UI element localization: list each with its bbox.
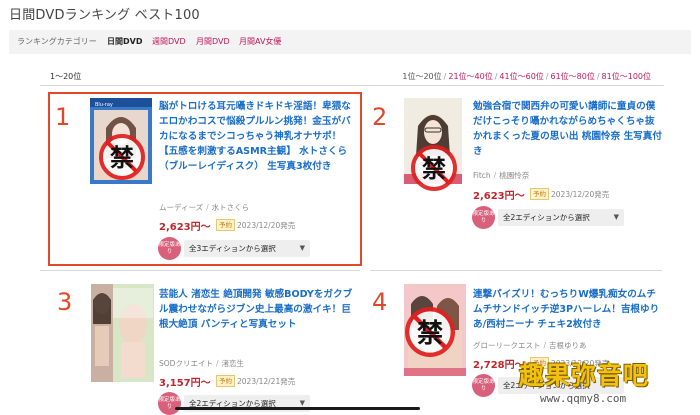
page-title: 日間DVDランキング ベスト100 <box>9 8 200 23</box>
horizontal-scrollbar[interactable] <box>175 407 420 410</box>
rank-number: 2 <box>372 103 388 131</box>
product-meta: グローリークエスト / 吉根ゆりあ <box>473 341 587 350</box>
divider <box>40 85 664 86</box>
limited-edition-badge: 限定版あり <box>472 206 495 229</box>
chevron-down-icon: ▼ <box>299 244 305 252</box>
actress-link[interactable]: 水トさくら <box>212 203 250 212</box>
pager-link-1-20[interactable]: 1位～20位 <box>402 72 441 81</box>
product-title-link[interactable]: 芸能人 渚恋生 絶頂開発 敏感BODYをガクブル震わせながらジブン史上最高の激イ… <box>159 287 355 332</box>
pagination: 1位～20位/21位～40位/41位～60位/61位～80位/81位～100位 <box>402 72 651 81</box>
price: 2,728円～ <box>473 360 525 371</box>
price: 2,623円～ <box>473 191 525 202</box>
reservation-tag: 予約 <box>530 188 549 200</box>
pager-link-21-40[interactable]: 21位～40位 <box>448 72 492 81</box>
rank-number: 1 <box>55 103 71 131</box>
category-tab-weekly-dvd[interactable]: 週間DVD <box>152 36 186 48</box>
reservation-tag: 予約 <box>216 219 235 231</box>
price: 2,623円～ <box>159 222 211 233</box>
release-date: 2023/12/21発売 <box>237 377 296 386</box>
actress-link[interactable]: 渚恋生 <box>221 359 244 368</box>
divider <box>40 270 360 271</box>
rank-number: 4 <box>372 288 388 316</box>
watermark-logo: 趣果弥音吧 <box>519 361 650 390</box>
prohibited-mark-text: 禁 <box>110 144 134 172</box>
price: 3,157円～ <box>159 378 211 389</box>
actress-link[interactable]: 桃園怜奈 <box>499 171 529 180</box>
pager-link-81-100[interactable]: 81位～100位 <box>602 72 651 81</box>
edition-select[interactable]: 全3エディションから選択 ▼ <box>184 240 310 257</box>
product-thumbnail[interactable] <box>91 284 154 382</box>
release-date: 2023/12/20発売 <box>237 221 296 230</box>
chevron-down-icon: ▼ <box>613 213 619 221</box>
prohibited-mark-text: 禁 <box>422 155 446 183</box>
limited-edition-badge: 限定版あり <box>472 374 495 397</box>
svg-text:Blu-ray: Blu-ray <box>95 102 113 108</box>
category-tab-daily-dvd[interactable]: 日間DVD <box>107 36 142 48</box>
release-date: 2023/12/20発売 <box>551 190 610 199</box>
reservation-tag: 予約 <box>216 375 235 387</box>
category-tab-monthly-actress[interactable]: 月間AV女優 <box>239 36 281 48</box>
maker-link[interactable]: グローリークエスト <box>473 341 541 350</box>
maker-link[interactable]: SODクリエイト <box>159 359 213 368</box>
maker-link[interactable]: Fitch <box>473 171 491 180</box>
pager-link-61-80[interactable]: 61位～80位 <box>550 72 594 81</box>
product-meta: SODクリエイト / 渚恋生 <box>159 359 244 368</box>
category-tab-monthly-dvd[interactable]: 月間DVD <box>196 36 230 48</box>
watermark-url: www.qqmy8.com <box>540 392 627 405</box>
prohibited-stamp-icon: 禁 <box>411 145 457 191</box>
category-bar-label: ランキングカテゴリー <box>17 37 97 46</box>
range-label: 1～20位 <box>50 72 82 81</box>
limited-edition-badge: 限定版あり <box>158 392 181 415</box>
maker-link[interactable]: ムーディーズ <box>159 203 203 212</box>
product-meta: Fitch / 桃園怜奈 <box>473 171 530 180</box>
edition-select-label: 全2エディションから選択 <box>503 213 590 222</box>
prohibited-mark-text: 禁 <box>417 319 443 349</box>
edition-select-label: 全3エディションから選択 <box>189 244 276 253</box>
product-title-link[interactable]: 脳がトロける耳元囁きドキドキ淫語！卑猥なエロかわコスで悩殺プルルン挑発！金玉がバ… <box>159 99 353 174</box>
product-meta: ムーディーズ / 水トさくら <box>159 203 250 212</box>
divider <box>370 270 662 271</box>
product-title-link[interactable]: 勉強合宿で関西弁の可愛い講師に童貞の僕だけこっそり囁かれながらめちゃくちゃ抜かれ… <box>473 99 663 159</box>
edition-select[interactable]: 全2エディションから選択 ▼ <box>498 209 624 226</box>
pager-link-41-60[interactable]: 41位～60位 <box>499 72 543 81</box>
prohibited-stamp-icon: 禁 <box>405 307 455 357</box>
product-title-link[interactable]: 連撃パイズリ！むっちりW爆乳痴女のムチムチサンドイッチ逆3Pハーレム！吉根ゆりあ… <box>473 287 663 332</box>
rank-number: 3 <box>57 288 73 316</box>
actress-link[interactable]: 吉根ゆりあ <box>549 341 587 350</box>
prohibited-stamp-icon: 禁 <box>99 134 145 180</box>
limited-edition-badge: 限定版あり <box>158 237 181 260</box>
